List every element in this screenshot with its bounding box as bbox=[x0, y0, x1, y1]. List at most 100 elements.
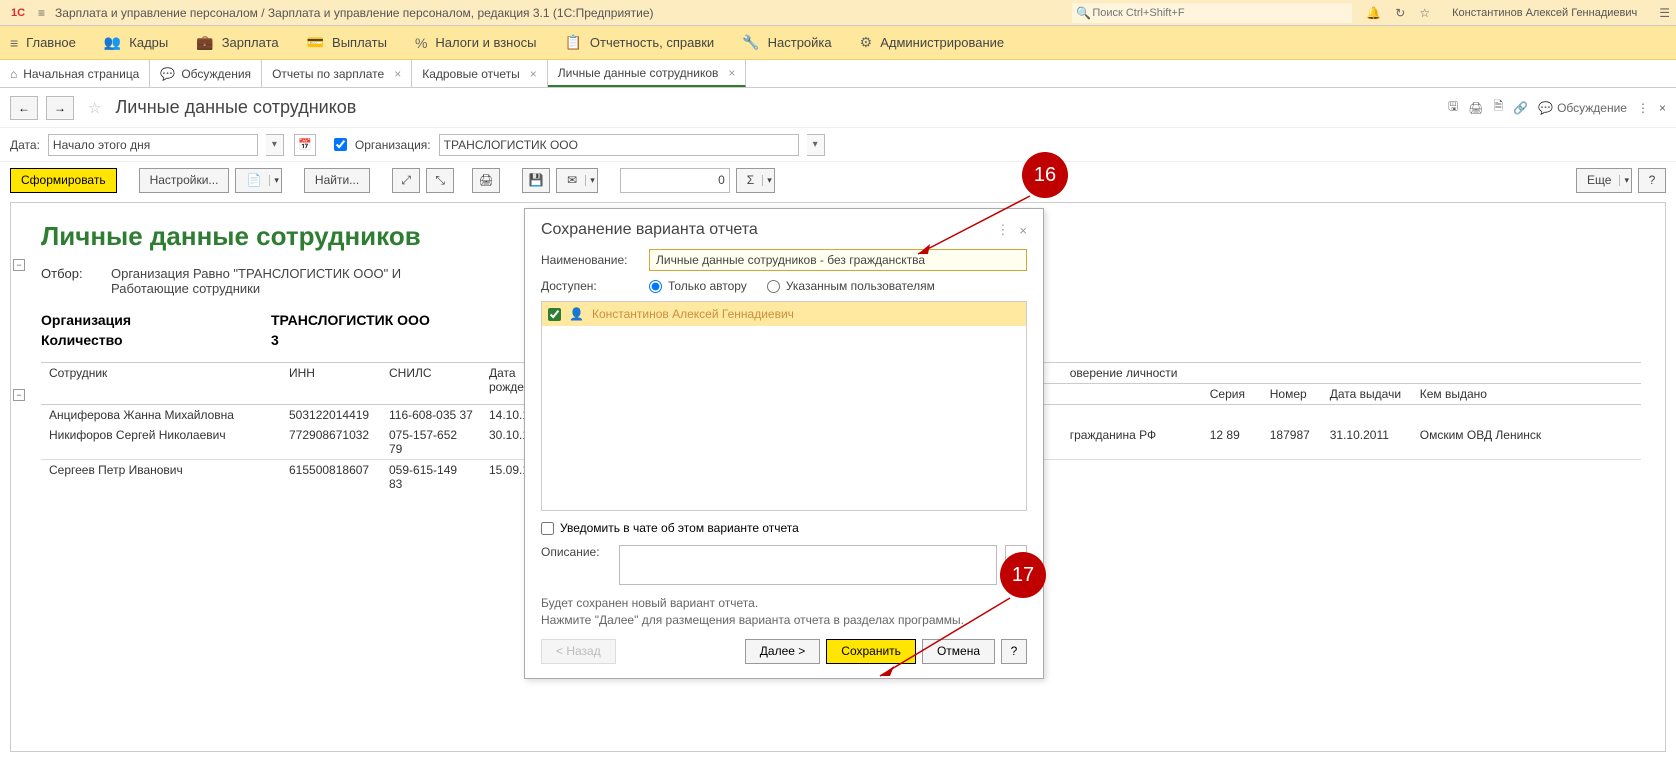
menu-taxes[interactable]: %Налоги и взносы bbox=[415, 35, 537, 51]
user-list-item[interactable]: 👤 Константинов Алексей Геннадиевич bbox=[542, 302, 1026, 326]
close-icon[interactable]: × bbox=[728, 66, 735, 80]
gear-icon: ⚙ bbox=[860, 34, 873, 51]
user-checkbox[interactable] bbox=[548, 308, 561, 321]
user-icon: 👤 bbox=[569, 307, 584, 321]
menu-personnel[interactable]: 👥Кадры bbox=[104, 34, 168, 51]
tab-personnel-reports[interactable]: Кадровые отчеты× bbox=[412, 60, 548, 87]
user-name[interactable]: Константинов Алексей Геннадиевич bbox=[1452, 7, 1637, 19]
star-icon[interactable]: ☆ bbox=[1419, 6, 1430, 20]
history-icon[interactable]: ↻ bbox=[1395, 6, 1405, 20]
clipboard-icon: 📋 bbox=[564, 34, 581, 51]
chevron-down-icon[interactable]: ▾ bbox=[585, 175, 595, 186]
menu-salary[interactable]: 💼Зарплата bbox=[196, 34, 278, 51]
copy-button[interactable]: 📄▾ bbox=[235, 168, 281, 193]
menu-main-icon: ≡ bbox=[10, 35, 18, 51]
main-menu: ≡Главное 👥Кадры 💼Зарплата 💳Выплаты %Нало… bbox=[0, 26, 1676, 60]
briefcase-icon: 💼 bbox=[196, 34, 213, 51]
annotation-badge: 17 bbox=[1000, 552, 1046, 598]
print-button[interactable]: 🖨 bbox=[472, 168, 500, 193]
collapse-icon[interactable]: − bbox=[13, 389, 25, 401]
chevron-down-icon[interactable]: ▾ bbox=[762, 175, 772, 186]
filter-bar: Дата: Начало этого дня ▾ 📅 Организация: … bbox=[0, 128, 1676, 162]
radio-users-label: Указанным пользователям bbox=[786, 279, 935, 293]
collapse-button[interactable]: ⤡ bbox=[426, 168, 454, 193]
date-dropdown-button[interactable]: ▾ bbox=[266, 134, 284, 156]
logo-1c-icon: 1C bbox=[6, 3, 30, 23]
radio-author-label: Только автору bbox=[668, 279, 747, 293]
col-snils: СНИЛС bbox=[381, 363, 481, 405]
menu-main[interactable]: ≡Главное bbox=[10, 35, 76, 51]
col-series: Серия bbox=[1202, 384, 1262, 405]
user-name: Константинов Алексей Геннадиевич bbox=[592, 307, 794, 321]
menu-payments[interactable]: 💳Выплаты bbox=[307, 34, 387, 51]
home-icon: ⌂ bbox=[10, 67, 17, 81]
discuss-button[interactable]: 💬Обсуждение bbox=[1538, 101, 1627, 115]
search-input[interactable] bbox=[1072, 3, 1352, 23]
form-button[interactable]: Сформировать bbox=[10, 168, 117, 193]
org-dropdown-button[interactable]: ▾ bbox=[807, 134, 825, 156]
save-icon[interactable]: 🖫 bbox=[1448, 97, 1458, 118]
tab-salary-reports[interactable]: Отчеты по зарплате× bbox=[262, 60, 412, 87]
more-button[interactable]: Еще▾ bbox=[1576, 168, 1632, 193]
help-button[interactable]: ? bbox=[1638, 168, 1666, 193]
expand-button[interactable]: ⤢ bbox=[392, 168, 420, 193]
favorite-icon[interactable]: ☆ bbox=[88, 99, 101, 117]
title-bar: 1C ≡ Зарплата и управление персоналом / … bbox=[0, 0, 1676, 26]
export-icon[interactable]: 🗎 bbox=[1494, 97, 1504, 118]
count-meta-value: 3 bbox=[271, 332, 279, 348]
tab-home[interactable]: ⌂Начальная страница bbox=[0, 60, 150, 87]
col-issued-by: Кем выдано bbox=[1412, 384, 1641, 405]
back-button[interactable]: ← bbox=[10, 96, 38, 120]
radio-users[interactable] bbox=[767, 280, 780, 293]
notify-checkbox[interactable] bbox=[541, 522, 554, 535]
bars-icon[interactable]: ☰ bbox=[1659, 6, 1670, 20]
link-icon[interactable]: 🔗 bbox=[1513, 101, 1528, 115]
email-button[interactable]: ✉▾ bbox=[556, 168, 598, 193]
user-list[interactable]: 👤 Константинов Алексей Геннадиевич bbox=[541, 301, 1027, 511]
find-button[interactable]: Найти... bbox=[304, 168, 370, 193]
bell-icon[interactable]: 🔔 bbox=[1366, 6, 1381, 20]
sigma-button[interactable]: Σ▾ bbox=[736, 168, 775, 193]
menu-icon[interactable]: ≡ bbox=[38, 6, 45, 20]
tabs-bar: ⌂Начальная страница 💬Обсуждения Отчеты п… bbox=[0, 60, 1676, 88]
close-icon[interactable]: × bbox=[530, 67, 537, 81]
menu-settings[interactable]: 🔧Настройка bbox=[742, 34, 831, 51]
chevron-down-icon[interactable]: ▾ bbox=[1619, 175, 1629, 186]
radio-author[interactable] bbox=[649, 280, 662, 293]
annotation-arrow bbox=[908, 192, 1038, 262]
filter-meta-label: Отбор: bbox=[41, 266, 111, 296]
filter-text: Организация Равно "ТРАНСЛОГИСТИК ООО" И bbox=[111, 266, 401, 281]
spinner-input[interactable]: 0 bbox=[620, 168, 730, 193]
close-page-icon[interactable]: × bbox=[1659, 101, 1666, 115]
wrench-icon: 🔧 bbox=[742, 34, 759, 51]
chevron-down-icon[interactable]: ▾ bbox=[269, 175, 279, 186]
toolbar: Сформировать Настройки... 📄▾ Найти... ⤢ … bbox=[0, 162, 1676, 198]
count-meta-label: Количество bbox=[41, 332, 271, 348]
tab-personal-data[interactable]: Личные данные сотрудников× bbox=[548, 60, 747, 87]
tab-discussions[interactable]: 💬Обсуждения bbox=[150, 60, 262, 87]
settings-button[interactable]: Настройки... bbox=[139, 168, 230, 193]
print-icon[interactable]: 🖨 bbox=[1468, 101, 1483, 115]
col-employee: Сотрудник bbox=[41, 363, 281, 405]
date-input[interactable]: Начало этого дня bbox=[48, 134, 258, 156]
calendar-button[interactable]: 📅 bbox=[294, 134, 316, 156]
close-icon[interactable]: × bbox=[394, 67, 401, 81]
save-button[interactable]: 💾 bbox=[522, 168, 550, 193]
org-label: Организация: bbox=[355, 138, 431, 152]
col-inn: ИНН bbox=[281, 363, 381, 405]
mail-icon: ✉ bbox=[567, 173, 577, 187]
col-identity: оверение личности bbox=[1062, 363, 1641, 384]
collapse-icon[interactable]: − bbox=[13, 259, 25, 271]
desc-label: Описание: bbox=[541, 545, 611, 559]
name-label: Наименование: bbox=[541, 253, 641, 267]
next-button[interactable]: Далее > bbox=[745, 639, 821, 664]
org-input[interactable]: ТРАНСЛОГИСТИК ООО bbox=[439, 134, 799, 156]
org-meta-value: ТРАНСЛОГИСТИК ООО bbox=[271, 312, 430, 328]
menu-admin[interactable]: ⚙Администрирование bbox=[860, 34, 1005, 51]
forward-button[interactable]: → bbox=[46, 96, 74, 120]
more-icon[interactable]: ⋮ bbox=[1637, 101, 1649, 115]
col-number: Номер bbox=[1262, 384, 1322, 405]
menu-reports[interactable]: 📋Отчетность, справки bbox=[564, 34, 714, 51]
org-checkbox[interactable] bbox=[334, 138, 347, 151]
description-input[interactable] bbox=[619, 545, 997, 585]
